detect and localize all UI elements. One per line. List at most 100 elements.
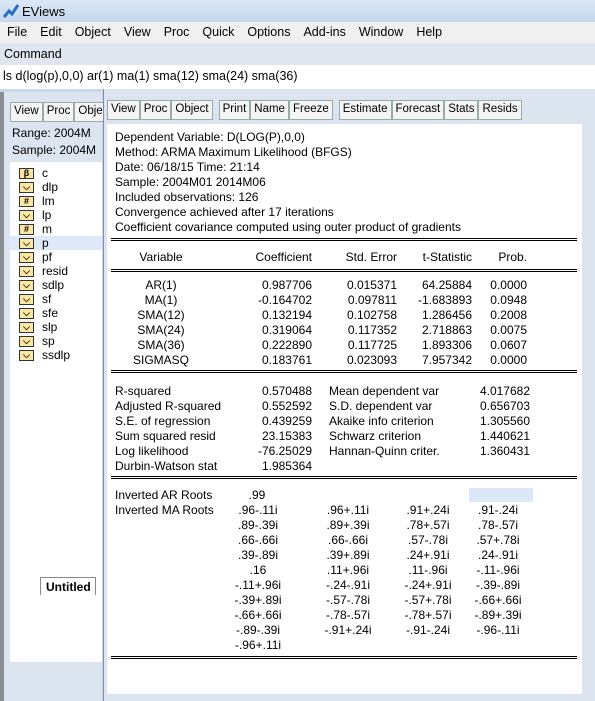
- command-label: Command: [0, 43, 595, 65]
- menu-help[interactable]: Help: [409, 22, 448, 39]
- cell: 0.015371: [346, 278, 397, 292]
- workfile-obje-button[interactable]: Obje: [74, 102, 107, 122]
- stat-label: S.D. dependent var: [329, 399, 433, 413]
- ma-root: -.78-.57i: [325, 608, 371, 622]
- ma-root: .11+.96i: [326, 563, 370, 577]
- equation-icon: #: [19, 195, 34, 207]
- cell: 0.117725: [347, 338, 397, 352]
- ma-root: .96+.11i: [326, 503, 370, 517]
- workfile-sample: Sample: 2004M: [12, 143, 97, 157]
- equation-object-button[interactable]: Object: [171, 100, 213, 120]
- workfile-item-c[interactable]: βc: [10, 166, 102, 180]
- menu-options[interactable]: Options: [240, 22, 296, 39]
- title-bar: EViews: [0, 0, 595, 22]
- stat-label: S.E. of regression: [115, 414, 211, 428]
- item-label: sfe: [42, 306, 59, 320]
- workfile-proc-button[interactable]: Proc: [42, 102, 75, 122]
- item-label: m: [42, 222, 52, 236]
- ma-root: -.11+.96i: [234, 578, 282, 592]
- workfile-item-slp[interactable]: ⌵ slp: [10, 320, 102, 334]
- menu-proc[interactable]: Proc: [157, 22, 196, 39]
- stat-label: Schwarz criterion: [329, 429, 422, 443]
- workfile-item-sp[interactable]: ⌵ sp: [10, 334, 102, 348]
- ma-roots-label: Inverted MA Roots: [115, 503, 214, 517]
- header-line: Included observations: 126: [115, 190, 259, 204]
- ma-root: -.24-.91i: [325, 578, 371, 592]
- cell: 64.25884: [421, 278, 472, 292]
- item-label: c: [42, 166, 48, 180]
- workfile-item-m[interactable]: # m: [10, 222, 102, 236]
- series-icon: ⌵: [19, 209, 34, 221]
- estimation-output: Dependent Variable: D(LOG(P),0,0) Method:…: [107, 124, 582, 694]
- workfile-item-pf[interactable]: ⌵ pf: [10, 250, 102, 264]
- equation-resids-button[interactable]: Resids: [478, 100, 522, 120]
- cell: -0.164702: [257, 293, 312, 307]
- equation-forecast-button[interactable]: Forecast: [391, 100, 445, 120]
- series-icon: ⌵: [19, 265, 34, 277]
- ma-root: .66-.66i: [327, 533, 369, 547]
- stat-label: R-squared: [115, 384, 172, 398]
- column-header: Std. Error: [345, 250, 397, 264]
- cell: 1.893306: [421, 338, 472, 352]
- menu-quick[interactable]: Quick: [195, 22, 240, 39]
- ma-root: .16: [249, 563, 267, 577]
- item-label: pf: [42, 250, 53, 264]
- item-label: dlp: [42, 180, 59, 194]
- workfile-item-sf[interactable]: ⌵ sf: [10, 292, 102, 306]
- workfile-item-resid[interactable]: ⌵ resid: [10, 264, 102, 278]
- cell: 0.0000: [490, 353, 527, 367]
- ma-root: -.78+.57i: [404, 608, 452, 622]
- cell: 0.102758: [346, 308, 397, 322]
- ma-root: .39-.89i: [237, 548, 279, 562]
- equation-estimate-button[interactable]: Estimate: [338, 100, 392, 120]
- equation-freeze-button[interactable]: Freeze: [288, 100, 333, 120]
- workfile-item-sdlp[interactable]: ⌵ sdlp: [10, 278, 102, 292]
- equation-view-button[interactable]: View: [107, 100, 140, 120]
- equation-proc-button[interactable]: Proc: [139, 100, 172, 120]
- rule: [111, 370, 577, 373]
- cell: 7.957342: [421, 353, 472, 367]
- cell: 0.0948: [490, 293, 527, 307]
- tab-untitled[interactable]: Untitled: [40, 577, 96, 595]
- variable-name: SMA(24): [137, 323, 185, 337]
- ma-root: -.57+.78i: [404, 593, 452, 607]
- command-input[interactable]: ls d(log(p),0,0) ar(1) ma(1) sma(12) sma…: [0, 65, 595, 89]
- menu-window[interactable]: Window: [352, 22, 409, 39]
- stat-value: 1.985364: [261, 459, 312, 473]
- menu-edit[interactable]: Edit: [33, 22, 68, 39]
- variable-name: AR(1): [145, 278, 177, 292]
- ma-root: -.66+.66i: [474, 593, 522, 607]
- ma-root: -.96-.11i: [476, 623, 520, 637]
- workfile-item-lm[interactable]: # lm: [10, 194, 102, 208]
- menu-view[interactable]: View: [117, 22, 157, 39]
- equation-print-button[interactable]: Print: [218, 100, 251, 120]
- ma-root: .96-.11i: [238, 503, 278, 517]
- stat-value: 4.017682: [479, 384, 530, 398]
- series-icon: ⌵: [19, 293, 34, 305]
- ma-root: .78-.57i: [477, 518, 519, 532]
- workfile-item-lp[interactable]: ⌵ lp: [10, 208, 102, 222]
- coef-icon: β: [19, 167, 34, 179]
- ma-root: .78+.57i: [406, 518, 450, 532]
- ma-root: -.57-.78i: [325, 593, 371, 607]
- workfile-item-dlp[interactable]: ⌵ dlp: [10, 180, 102, 194]
- stat-value: 1.305560: [479, 414, 530, 428]
- rule: [111, 476, 577, 479]
- menu-file[interactable]: File: [0, 22, 33, 39]
- stat-label: Log likelihood: [115, 444, 189, 458]
- workfile-item-ssdlp[interactable]: ⌵ ssdlp: [10, 348, 102, 362]
- stat-label: Durbin-Watson stat: [115, 459, 218, 473]
- menu-add-ins[interactable]: Add-ins: [296, 22, 351, 39]
- workfile-item-sfe[interactable]: ⌵ sfe: [10, 306, 102, 320]
- equation-stats-button[interactable]: Stats: [444, 100, 479, 120]
- ma-root: -.89-.39i: [235, 623, 281, 637]
- ar-roots-label: Inverted AR Roots: [115, 488, 213, 502]
- ma-root: -.89+.39i: [474, 608, 522, 622]
- stat-label: Akaike info criterion: [329, 414, 434, 428]
- equation-name-button[interactable]: Name: [250, 100, 289, 120]
- menu-object[interactable]: Object: [68, 22, 117, 39]
- stat-value: 0.552592: [261, 399, 312, 413]
- workfile-item-p[interactable]: ⌵ p: [10, 236, 102, 250]
- workfile-view-button[interactable]: View: [10, 102, 43, 122]
- header-line: Coefficient covariance computed using ou…: [115, 220, 461, 234]
